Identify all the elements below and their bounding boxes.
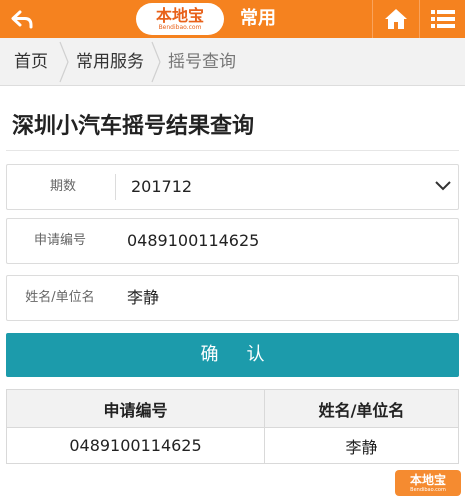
watermark-text: 本地宝 bbox=[409, 472, 446, 487]
bendibao-watermark-logo: 本地宝 Bendibao.com bbox=[395, 470, 461, 496]
home-icon bbox=[384, 9, 407, 29]
header-title: 常用 bbox=[240, 8, 276, 29]
back-arrow-icon bbox=[11, 10, 33, 29]
table-row: 0489100114625 李静 bbox=[6, 427, 459, 464]
result-name: 李静 bbox=[264, 427, 459, 464]
result-application-number: 0489100114625 bbox=[6, 427, 265, 464]
breadcrumb-home-link[interactable]: 首页 bbox=[14, 38, 48, 86]
period-label: 期数 bbox=[49, 179, 76, 194]
title-divider bbox=[6, 150, 459, 151]
application-number-label: 申请编号 bbox=[33, 233, 86, 248]
results-header-name: 姓名/单位名 bbox=[264, 389, 459, 428]
results-header-row: 申请编号 姓名/单位名 bbox=[6, 389, 459, 428]
menu-button[interactable] bbox=[419, 0, 465, 38]
breadcrumb-services-link[interactable]: 常用服务 bbox=[76, 38, 144, 86]
page-title: 深圳小汽车摇号结果查询 bbox=[12, 114, 255, 139]
period-select[interactable]: 期数 201712 bbox=[6, 164, 459, 210]
application-number-field[interactable]: 申请编号 0489100114625 bbox=[6, 218, 459, 264]
confirm-button[interactable]: 确认 bbox=[6, 333, 459, 377]
breadcrumb-separator-icon bbox=[59, 41, 69, 83]
name-field[interactable]: 姓名/单位名 李静 bbox=[6, 275, 459, 321]
field-divider bbox=[115, 174, 116, 200]
period-value: 201712 bbox=[131, 177, 193, 196]
menu-list-icon bbox=[430, 10, 455, 28]
breadcrumb: 首页 常用服务 摇号查询 bbox=[0, 38, 465, 86]
logo-subtext: Bendibao.com bbox=[158, 24, 202, 31]
breadcrumb-separator-icon bbox=[151, 41, 161, 83]
watermark-subtext: Bendibao.com bbox=[410, 486, 446, 493]
home-button[interactable] bbox=[372, 0, 418, 38]
bendibao-logo[interactable]: 本地宝 Bendibao.com bbox=[136, 3, 224, 35]
top-header-bar: 本地宝 Bendibao.com 常用 bbox=[0, 0, 465, 38]
results-header-application-number: 申请编号 bbox=[6, 389, 265, 428]
logo-text: 本地宝 bbox=[155, 6, 204, 25]
results-table: 申请编号 姓名/单位名 0489100114625 李静 bbox=[6, 389, 459, 464]
name-value[interactable]: 李静 bbox=[127, 276, 159, 320]
breadcrumb-current: 摇号查询 bbox=[168, 52, 236, 72]
name-label: 姓名/单位名 bbox=[25, 290, 95, 305]
application-number-value[interactable]: 0489100114625 bbox=[127, 219, 259, 263]
chevron-down-icon bbox=[435, 181, 451, 191]
back-button[interactable] bbox=[0, 0, 44, 38]
